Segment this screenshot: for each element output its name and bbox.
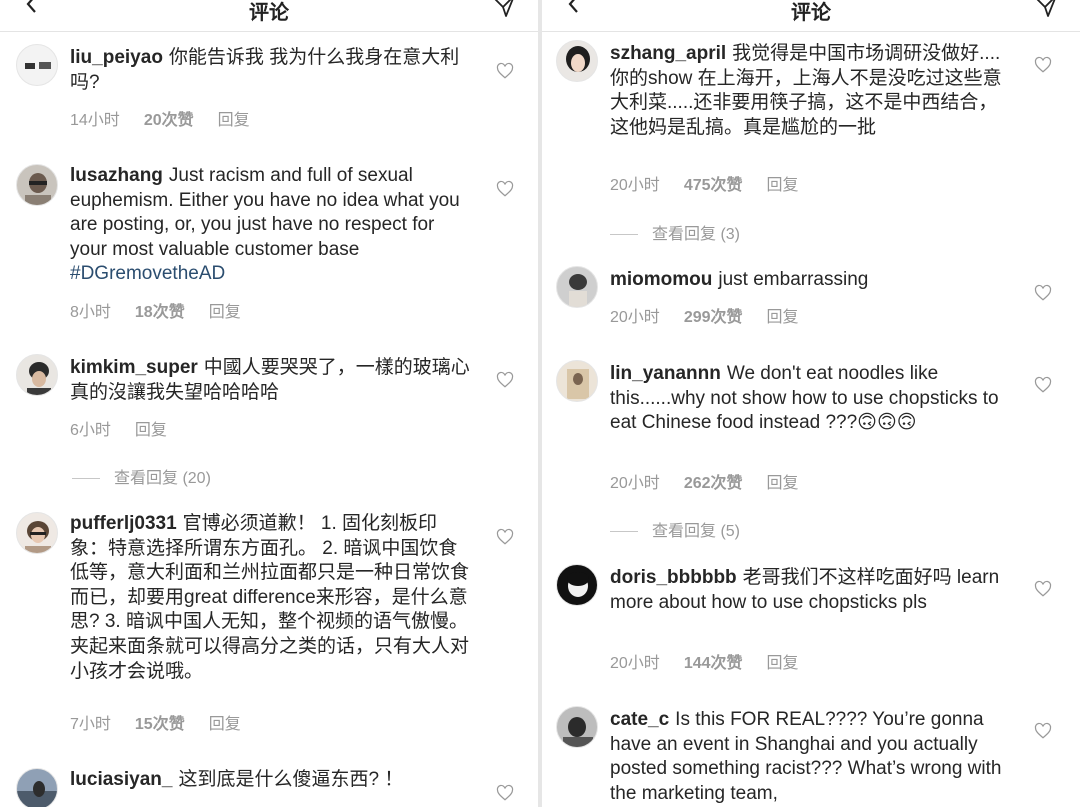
reply-button[interactable]: 回复 <box>209 304 241 321</box>
like-count[interactable]: 144次赞 <box>684 655 743 672</box>
view-replies-link[interactable]: 查看回复 (20) <box>72 464 211 488</box>
avatar[interactable] <box>556 360 598 402</box>
heart-icon[interactable] <box>1034 722 1052 740</box>
avatar[interactable] <box>556 564 598 606</box>
comment-body: doris_bbbbbb 老哥我们不这样吃面好吗 learn more about… <box>610 566 1012 615</box>
username[interactable]: szhang_april <box>610 43 726 64</box>
reply-button[interactable]: 回复 <box>767 655 799 672</box>
username[interactable]: kimkim_super <box>70 357 198 378</box>
heart-icon[interactable] <box>496 371 514 389</box>
comment-meta: 20小时 475次赞 回复 <box>610 171 823 195</box>
comment-text: just embarrassing <box>718 269 869 290</box>
comment-body: liu_peiyao 你能告诉我 我为什么我身在意大利吗? <box>70 46 475 95</box>
heart-icon[interactable] <box>496 784 514 802</box>
left-comments-panel: 评论 liu_peiyao 你能告诉我 我为什么我身在意大利吗? 14小时 20次赞… <box>0 0 538 807</box>
username[interactable]: liu_peiyao <box>70 47 163 68</box>
comment-time: 6小时 <box>70 422 111 439</box>
comment-body: cate_c Is this FOR REAL???? You’re gonna … <box>610 708 1012 806</box>
comment-body: kimkim_super 中國人要哭哭了，一樣的玻璃心真的沒讓我失望哈哈哈哈 <box>70 356 475 405</box>
send-icon[interactable] <box>492 0 516 18</box>
comment-text: 这到底是什么傻逼东西? ！ <box>178 769 404 790</box>
heart-icon[interactable] <box>1034 56 1052 74</box>
page-title: 评论 <box>791 2 831 24</box>
left-nav-bar: 评论 <box>0 0 538 32</box>
comment-meta: 6小时 回复 <box>70 416 191 440</box>
page-title: 评论 <box>249 2 289 24</box>
avatar[interactable] <box>556 266 598 308</box>
comment-meta: 7小时 15次赞 回复 <box>70 710 265 734</box>
divider-dash <box>72 478 100 480</box>
heart-icon[interactable] <box>1034 580 1052 598</box>
screen: 评论 liu_peiyao 你能告诉我 我为什么我身在意大利吗? 14小时 20次赞… <box>0 0 1080 807</box>
avatar[interactable] <box>556 706 598 748</box>
heart-icon[interactable] <box>496 528 514 546</box>
heart-icon[interactable] <box>1034 376 1052 394</box>
reply-button[interactable]: 回复 <box>767 177 799 194</box>
reply-button[interactable]: 回复 <box>135 422 167 439</box>
comment-time: 8小时 <box>70 304 111 321</box>
comment-meta: 8小时 18次赞 回复 <box>70 298 265 322</box>
comment-body: pufferlj0331 官博必须道歉！ 1. 固化刻板印象：特意选择所谓东方面孔… <box>70 512 475 684</box>
comment-body: lin_yanannn We don't eat noodles like thi… <box>610 362 1012 436</box>
comment-body: lusazhang Just racism and full of sexual … <box>70 164 475 287</box>
comment-meta: 20小时 144次赞 回复 <box>610 649 823 673</box>
avatar[interactable] <box>16 164 58 206</box>
view-replies-label: 查看回复 (3) <box>652 226 741 243</box>
username[interactable]: miomomou <box>610 269 712 290</box>
username[interactable]: doris_bbbbbb <box>610 567 737 588</box>
comment-time: 20小时 <box>610 309 660 326</box>
like-count[interactable]: 15次赞 <box>135 716 185 733</box>
username[interactable]: luciasiyan_ <box>70 769 172 790</box>
like-count[interactable]: 475次赞 <box>684 177 743 194</box>
heart-icon[interactable] <box>496 180 514 198</box>
heart-icon[interactable] <box>496 62 514 80</box>
avatar[interactable] <box>16 44 58 86</box>
reply-button[interactable]: 回复 <box>767 475 799 492</box>
divider-dash <box>610 531 638 533</box>
right-nav-bar: 评论 <box>542 0 1080 32</box>
like-count[interactable]: 18次赞 <box>135 304 185 321</box>
comment-time: 14小时 <box>70 112 120 129</box>
comment-time: 7小时 <box>70 716 111 733</box>
comment-time: 20小时 <box>610 655 660 672</box>
username[interactable]: pufferlj0331 <box>70 513 177 534</box>
like-count[interactable]: 262次赞 <box>684 475 743 492</box>
username[interactable]: cate_c <box>610 709 669 730</box>
reply-button[interactable]: 回复 <box>767 309 799 326</box>
comment-body: szhang_april 我觉得是中国市场调研没做好....你的show 在上海开… <box>610 42 1012 140</box>
hashtag-link[interactable]: #DGremovetheAD <box>70 263 225 284</box>
right-comments-panel: 评论 szhang_april 我觉得是中国市场调研没做好....你的show 在… <box>542 0 1080 807</box>
view-replies-link[interactable]: 查看回复 (5) <box>610 517 740 541</box>
like-count[interactable]: 20次赞 <box>144 112 194 129</box>
username[interactable]: lin_yanannn <box>610 363 721 384</box>
reply-button[interactable]: 回复 <box>218 112 250 129</box>
divider-dash <box>610 234 638 236</box>
comment-meta: 14小时 20次赞 回复 <box>70 106 274 130</box>
view-replies-label: 查看回复 (20) <box>114 470 211 487</box>
avatar[interactable] <box>16 512 58 554</box>
like-count[interactable]: 299次赞 <box>684 309 743 326</box>
avatar[interactable] <box>556 40 598 82</box>
comment-time: 20小时 <box>610 177 660 194</box>
heart-icon[interactable] <box>1034 284 1052 302</box>
send-icon[interactable] <box>1034 0 1058 18</box>
username[interactable]: lusazhang <box>70 165 163 186</box>
view-replies-link[interactable]: 查看回复 (3) <box>610 220 740 244</box>
comment-body: miomomou just embarrassing <box>610 268 1012 293</box>
view-replies-label: 查看回复 (5) <box>652 523 741 540</box>
comment-text: 官博必须道歉！ 1. 固化刻板印象：特意选择所谓东方面孔。 2. 暗讽中国饮食低… <box>70 513 470 682</box>
reply-button[interactable]: 回复 <box>209 716 241 733</box>
comment-body: luciasiyan_ 这到底是什么傻逼东西? ！ <box>70 768 475 793</box>
comment-time: 20小时 <box>610 475 660 492</box>
comment-meta: 20小时 262次赞 回复 <box>610 469 823 493</box>
comment-meta: 20小时 299次赞 回复 <box>610 303 823 327</box>
avatar[interactable] <box>16 768 58 807</box>
avatar[interactable] <box>16 354 58 396</box>
